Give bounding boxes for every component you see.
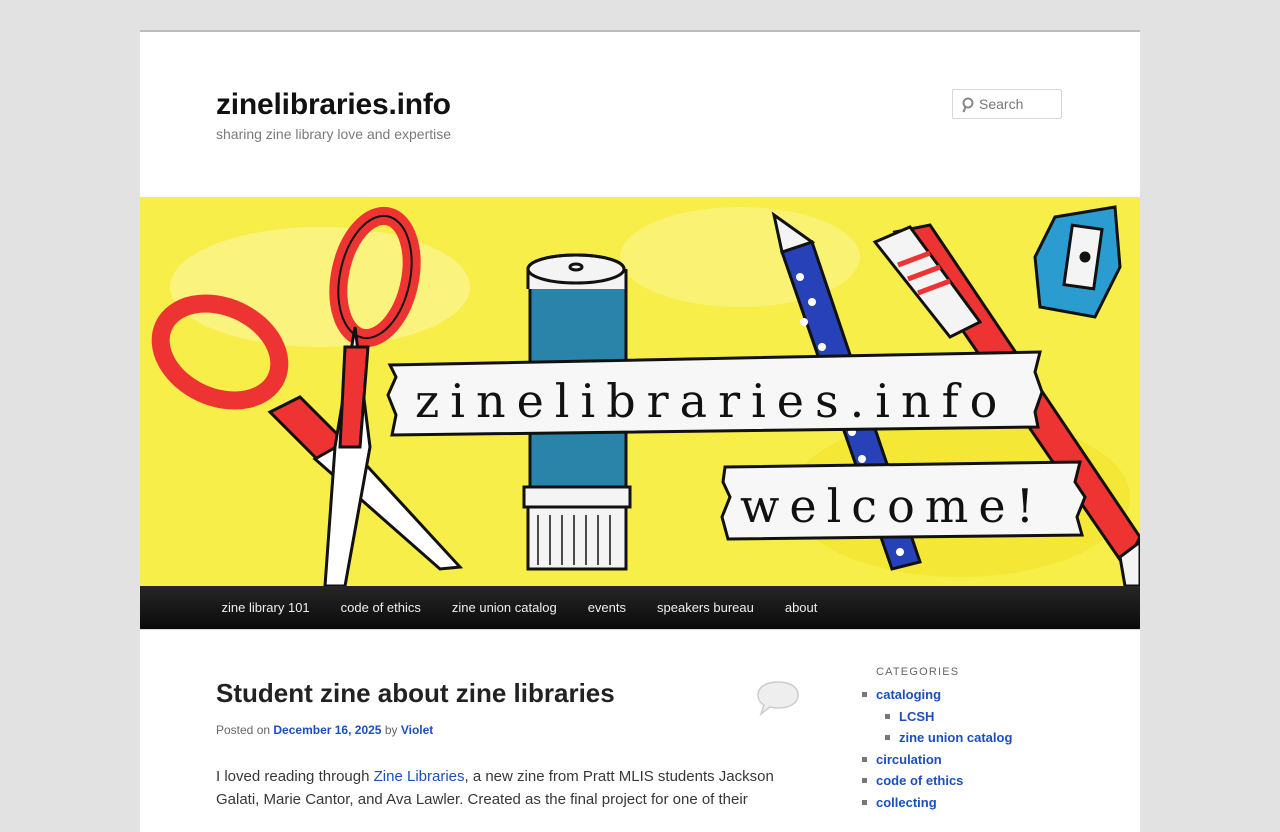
nav-item-zine-library-101[interactable]: zine library 101 (206, 586, 325, 629)
category-link-circulation[interactable]: circulation (876, 752, 942, 767)
post-author-link[interactable]: Violet (401, 723, 433, 737)
search-box[interactable] (952, 89, 1062, 119)
nav-item-events[interactable]: events (572, 586, 641, 629)
category-link-code-of-ethics[interactable]: code of ethics (876, 773, 963, 788)
categories-widget-title: CATEGORIES (876, 666, 960, 678)
post-intro-text: I loved reading through (216, 768, 374, 785)
category-link-cataloging[interactable]: cataloging (876, 687, 941, 702)
post-title[interactable]: Student zine about zine libraries (216, 677, 615, 709)
banner-title-text: zinelibraries.info (415, 374, 1008, 428)
category-item: cataloging (861, 684, 1012, 706)
search-input[interactable] (979, 94, 1059, 114)
banner-ribbon-title: zinelibraries.info (386, 350, 1044, 437)
post-meta: Posted on December 16, 2025 by Violet (216, 723, 433, 737)
banner-ribbon-welcome: welcome! (720, 460, 1087, 541)
by-label: by (384, 723, 398, 737)
nav-item-speakers-bureau[interactable]: speakers bureau (642, 586, 770, 629)
category-item: collecting (861, 792, 1012, 814)
zine-libraries-link[interactable]: Zine Libraries (374, 768, 465, 785)
page: zinelibraries.info sharing zine library … (140, 30, 1140, 832)
site-title[interactable]: zinelibraries.info (216, 87, 451, 123)
category-item: code of ethics (861, 770, 1012, 792)
posted-on-label: Posted on (216, 723, 271, 737)
nav-item-code-of-ethics[interactable]: code of ethics (325, 586, 436, 629)
banner-welcome-text: welcome! (740, 479, 1044, 533)
post-content: I loved reading through Zine Libraries, … (216, 765, 791, 811)
header-banner-image[interactable]: zinelibraries.info welcome! (140, 197, 1140, 586)
comment-bubble-icon[interactable] (756, 680, 800, 716)
categories-list: cataloging LCSH zine union catalog circu… (861, 684, 1012, 814)
category-subitem: LCSH (876, 706, 1012, 728)
nav-item-about[interactable]: about (769, 586, 833, 629)
category-subitem: zine union catalog (876, 727, 1012, 749)
category-link-lcsh[interactable]: LCSH (899, 709, 934, 724)
category-link-zine-union-catalog[interactable]: zine union catalog (899, 730, 1012, 745)
site-tagline: sharing zine library love and expertise (216, 126, 452, 142)
category-item: circulation (861, 749, 1012, 771)
category-link-collecting[interactable]: collecting (876, 795, 937, 810)
nav-item-zine-union-catalog[interactable]: zine union catalog (436, 586, 572, 629)
search-icon (962, 97, 974, 113)
main-navigation: zine library 101 code of ethics zine uni… (140, 586, 1140, 630)
post-date-link[interactable]: December 16, 2025 (273, 723, 381, 737)
